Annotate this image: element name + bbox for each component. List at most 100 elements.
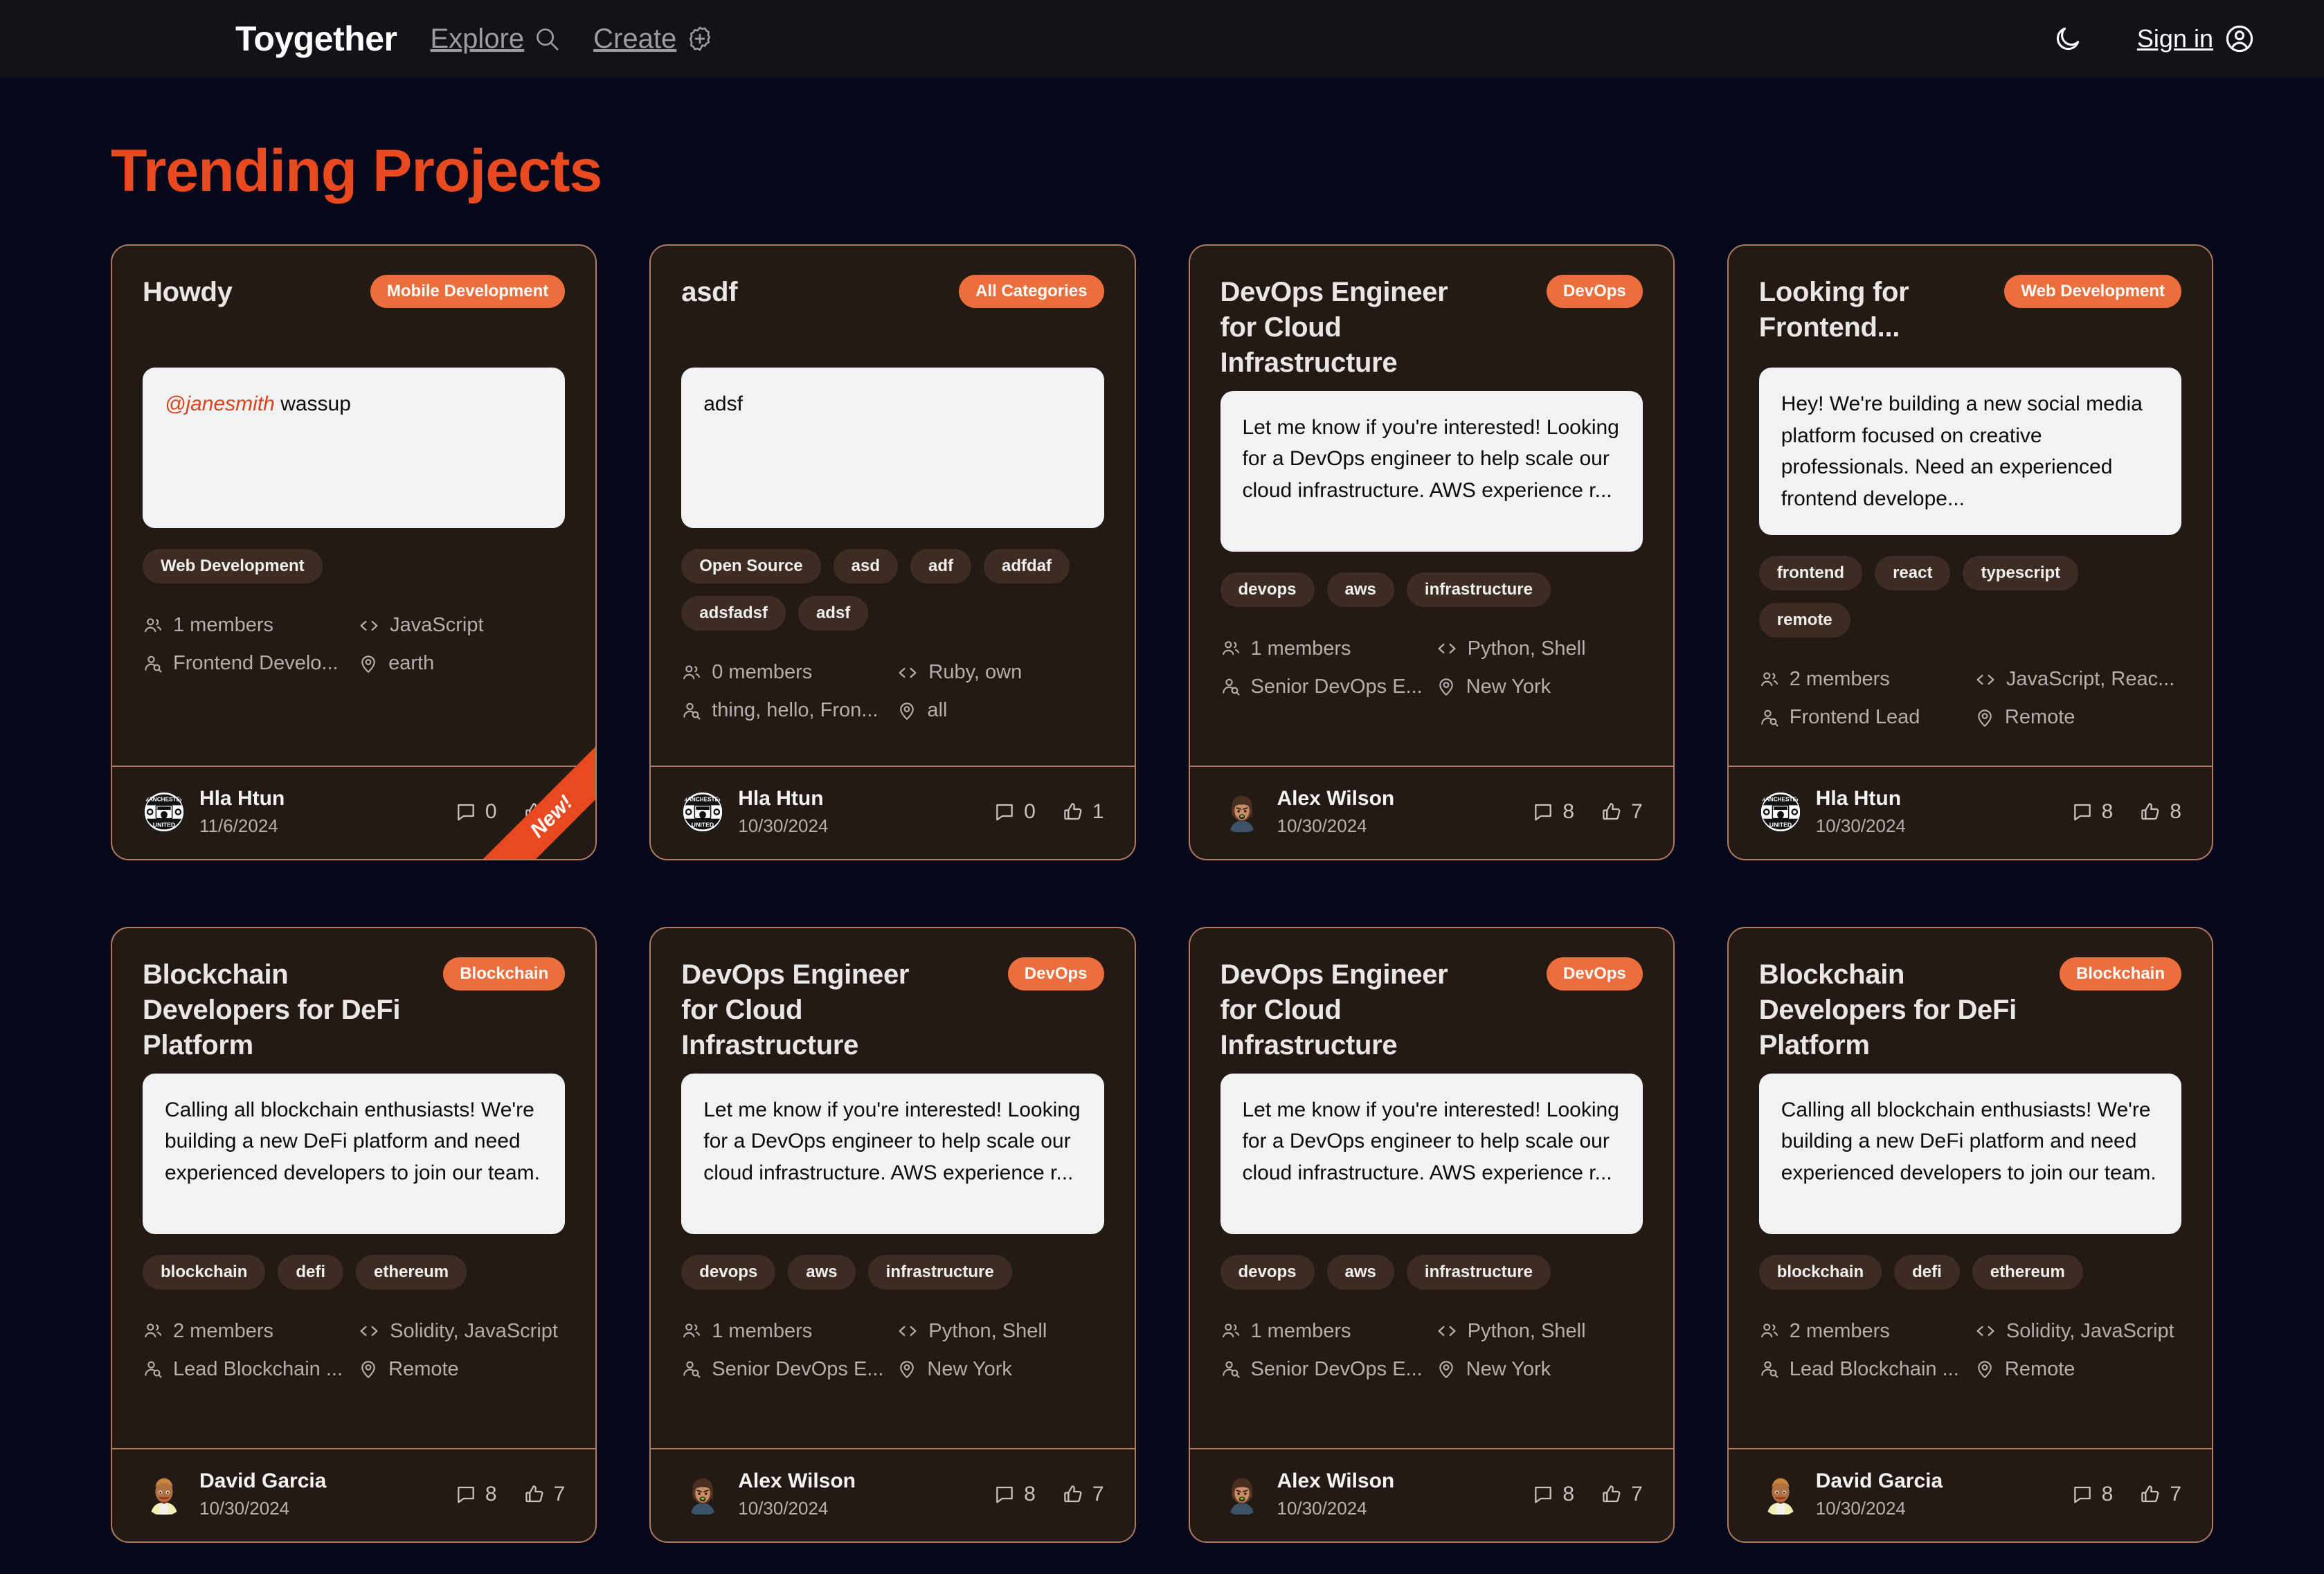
author-block[interactable]: David Garcia 10/30/2024 [143,1469,326,1521]
meta-languages: Python, Shell [897,1320,1104,1343]
tag-chip[interactable]: adf [910,549,971,584]
card-description: Let me know if you're interested! Lookin… [1220,390,1643,552]
nav-create-label: Create [593,23,677,54]
tag-chip[interactable]: blockchain [1758,1254,1882,1290]
project-card[interactable]: Blockchain Developers for DeFi Platform … [1727,927,2213,1543]
card-header: Howdy Mobile Development [143,275,566,358]
author-name: Alex Wilson [1277,786,1395,810]
like-count[interactable]: 7 [2139,1483,2181,1506]
meta-languages: Solidity, JavaScript [1974,1320,2181,1343]
tag-chip[interactable]: devops [681,1254,776,1290]
thumbs-up-icon [1062,1483,1084,1505]
author-block[interactable]: Alex Wilson 10/30/2024 [1220,1469,1394,1521]
comment-icon [2071,1483,2093,1505]
author-block[interactable]: MANCHESTER UNITED Hla Htun 10/30/2024 [681,786,828,838]
tag-chip[interactable]: infrastructure [1406,1254,1551,1290]
meta-role: Frontend Develo... [143,652,350,675]
card-header: DevOps Engineer for Cloud Infrastructure… [1220,957,1643,1064]
comment-count[interactable]: 0 [993,800,1036,824]
category-badge[interactable]: Web Development [2004,275,2181,308]
comment-count[interactable]: 8 [1532,1483,1574,1506]
comment-count[interactable]: 8 [993,1483,1036,1506]
tag-chip[interactable]: aws [1326,572,1394,607]
thumbs-up-icon [1601,801,1623,823]
project-card[interactable]: Howdy Mobile Development @janesmith wass… [111,244,597,860]
tag-chip[interactable]: remote [1758,603,1850,638]
category-badge[interactable]: Blockchain [2059,957,2181,990]
author-block[interactable]: MANCHESTER UNITED Hla Htun 11/6/2024 [143,786,285,838]
tag-chip[interactable]: devops [1220,572,1315,607]
tag-chip[interactable]: defi [1894,1254,1960,1290]
tag-list: devops aws infrastructure [1220,572,1643,607]
like-count[interactable]: 7 [1062,1483,1104,1506]
avatar [1758,1473,1802,1517]
avatar: MANCHESTER UNITED [681,790,724,833]
meta-location: earth [358,652,565,675]
brand-logo[interactable]: Toygether [235,19,397,59]
tag-chip[interactable]: Web Development [143,549,323,584]
tag-chip[interactable]: defi [278,1254,344,1290]
card-body: Howdy Mobile Development @janesmith wass… [112,246,595,766]
page-title: Trending Projects [111,138,602,204]
comment-count[interactable]: 8 [2071,1483,2113,1506]
like-count[interactable]: 7 [1601,1483,1643,1506]
meta-location: all [897,699,1104,722]
tag-chip[interactable]: Open Source [681,549,821,584]
tag-chip[interactable]: ethereum [356,1254,467,1290]
project-card[interactable]: Blockchain Developers for DeFi Platform … [111,927,597,1543]
card-body: Blockchain Developers for DeFi Platform … [1729,928,2212,1448]
project-card[interactable]: Looking for Frontend... Web Development … [1727,244,2213,860]
moon-icon[interactable] [2053,24,2083,54]
nav-item-create[interactable]: Create [593,24,714,55]
location-pin-icon [1974,1359,1995,1379]
like-count[interactable]: 7 [1601,800,1643,824]
author-name: Hla Htun [1815,786,1902,810]
category-badge[interactable]: DevOps [1547,275,1643,308]
tag-chip[interactable]: ethereum [1972,1254,2083,1290]
comment-count[interactable]: 8 [455,1483,497,1506]
languages-value: Solidity, JavaScript [2006,1319,2174,1342]
like-count[interactable]: 1 [1062,800,1104,824]
sign-in-button[interactable]: Sign in [2137,24,2255,54]
category-badge[interactable]: Mobile Development [370,275,566,308]
meta-role: Senior DevOps E... [1220,676,1427,698]
tag-chip[interactable]: adfdaf [983,549,1070,584]
category-badge[interactable]: DevOps [1007,957,1104,990]
comment-count[interactable]: 8 [1532,800,1574,824]
like-count[interactable]: 7 [523,1483,565,1506]
svg-text:UNITED: UNITED [692,822,714,829]
comment-count[interactable]: 0 [455,800,497,824]
tag-chip[interactable]: frontend [1758,556,1863,591]
author-block[interactable]: Alex Wilson 10/30/2024 [1220,786,1395,838]
mention-handle[interactable]: @janesmith [165,392,275,415]
project-card[interactable]: DevOps Engineer for Cloud Infrastructure… [1188,927,1675,1543]
author-block[interactable]: Alex Wilson 10/30/2024 [681,1469,856,1521]
project-card[interactable]: DevOps Engineer for Cloud Infrastructure… [649,927,1136,1543]
project-card[interactable]: asdf All Categories adsf Open Source asd a… [649,244,1136,860]
members-icon [1759,1321,1780,1341]
author-block[interactable]: David Garcia 10/30/2024 [1758,1469,1943,1521]
tag-chip[interactable]: blockchain [143,1254,266,1290]
role-search-icon [1759,707,1780,728]
tag-chip[interactable]: aws [788,1254,856,1290]
nav-explore-label: Explore [430,23,525,54]
tag-chip[interactable]: asd [833,549,898,584]
category-badge[interactable]: All Categories [959,275,1104,308]
members-value: 1 members [712,1319,813,1342]
tag-chip[interactable]: devops [1220,1254,1315,1290]
category-badge[interactable]: Blockchain [443,957,566,990]
nav-item-explore[interactable]: Explore [431,24,561,55]
tag-chip[interactable]: adsf [798,596,869,631]
tag-chip[interactable]: react [1875,556,1951,591]
author-date: 10/30/2024 [199,1497,290,1519]
category-badge[interactable]: DevOps [1547,957,1643,990]
tag-chip[interactable]: aws [1326,1254,1394,1290]
tag-chip[interactable]: infrastructure [1406,572,1551,607]
like-count[interactable]: 8 [2139,800,2181,824]
author-block[interactable]: MANCHESTER UNITED Hla Htun 10/30/2024 [1759,786,1906,838]
tag-chip[interactable]: infrastructure [867,1254,1012,1290]
tag-chip[interactable]: adsfadsf [681,596,786,631]
project-card[interactable]: DevOps Engineer for Cloud Infrastructure… [1188,244,1675,860]
tag-chip[interactable]: typescript [1963,556,2079,591]
comment-count[interactable]: 8 [2071,800,2113,824]
